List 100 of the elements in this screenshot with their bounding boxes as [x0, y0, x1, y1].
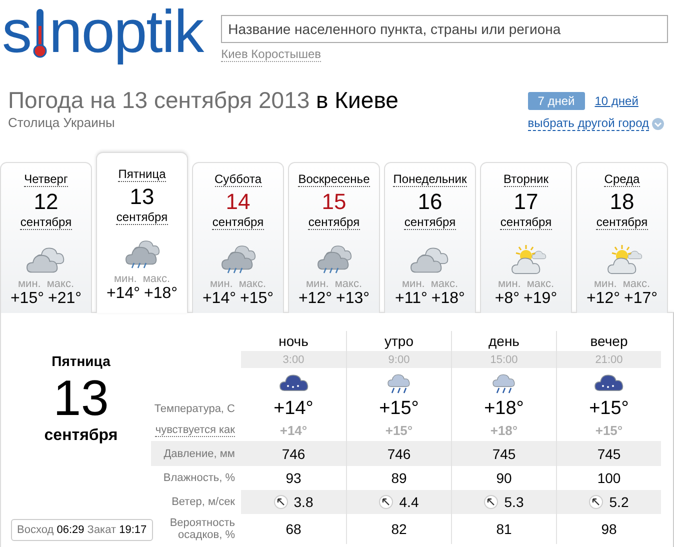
- day-tab[interactable]: Четверг 12 сентября мин. макс. +15° +21°: [0, 162, 92, 313]
- min-label: мин.: [594, 278, 617, 290]
- chevron-down-icon: [652, 118, 664, 130]
- period-label: вечер: [590, 333, 628, 349]
- range-tab[interactable]: 10 дней: [594, 92, 638, 110]
- detail-weekday: Пятница: [52, 353, 110, 369]
- date-number: 17: [514, 189, 538, 215]
- max-label: макс.: [142, 273, 170, 285]
- search-field[interactable]: Название населенного пункта, страны или региона: [221, 15, 668, 43]
- weekday-label: Понедельник: [393, 172, 467, 187]
- min-temperature: +14°: [202, 290, 236, 308]
- precipitation-value: 82: [391, 521, 407, 537]
- min-temperature: +12°: [586, 290, 620, 308]
- time-label: 15:00: [490, 354, 518, 366]
- max-label: макс.: [526, 278, 554, 290]
- min-temperature: +11°: [395, 290, 428, 308]
- max-temperature: +19°: [524, 290, 558, 308]
- precipitation-value: 68: [286, 521, 302, 537]
- feels-like-value: +15°: [385, 423, 413, 438]
- feels-like-value: +18°: [490, 423, 518, 438]
- day-tab[interactable]: Пятница 13 сентября мин. макс. +14° +18°: [96, 152, 188, 313]
- max-temperature: +13°: [336, 290, 370, 308]
- date-number: 13: [130, 184, 154, 210]
- wind-speed-value: 3.8: [294, 494, 314, 510]
- city-suggestion-link[interactable]: Киев Коростышев: [221, 47, 321, 62]
- humidity-value: 90: [496, 470, 512, 486]
- temperature-value: +14°: [274, 398, 314, 420]
- max-temperature: +18°: [144, 285, 178, 303]
- max-label: макс.: [334, 278, 362, 290]
- row-label: Ветер, м/сек: [172, 496, 235, 508]
- choose-city-link[interactable]: выбрать другой город: [528, 116, 664, 131]
- time-label: 3:00: [282, 354, 304, 366]
- sun-times: Восход 06:29 Закат 19:17: [11, 519, 153, 541]
- weekday-label: Среда: [604, 172, 640, 187]
- pressure-value: 746: [387, 446, 411, 462]
- temperature-value: +15°: [589, 398, 629, 420]
- pressure-value: 745: [492, 446, 516, 462]
- date-number: 18: [610, 189, 634, 215]
- day-tab[interactable]: Вторник 17 сентября мин. макс. +8° +19°: [480, 162, 572, 313]
- max-temperature: +18°: [431, 290, 465, 308]
- precipitation-value: 98: [601, 521, 617, 537]
- rain-cloud-icon: [278, 372, 308, 394]
- wind-speed-value: 5.2: [609, 494, 629, 510]
- humidity-value: 100: [597, 470, 621, 486]
- min-temperature: +15°: [10, 290, 44, 308]
- weekday-label: Пятница: [118, 167, 166, 182]
- pressure-value: 746: [282, 446, 306, 462]
- wind-direction-icon: [274, 495, 288, 509]
- min-label: мин.: [402, 278, 425, 290]
- weekday-label: Воскресенье: [298, 172, 370, 187]
- row-label[interactable]: чувствуется как: [155, 424, 235, 437]
- day-tab[interactable]: Воскресенье 15 сентября мин. макс. +12° +13°: [288, 162, 380, 313]
- month-label: сентября: [596, 215, 648, 230]
- pressure-value: 745: [597, 446, 621, 462]
- time-label: 21:00: [595, 354, 623, 366]
- day-tab[interactable]: Среда 18 сентября мин. макс. +12° +17°: [576, 162, 668, 313]
- min-temperature: +12°: [298, 290, 332, 308]
- humidity-value: 93: [286, 470, 302, 486]
- date-number: 16: [418, 189, 442, 215]
- max-temperature: +17°: [624, 290, 658, 308]
- weekday-label: Вторник: [504, 172, 548, 187]
- wind-direction-icon: [379, 495, 394, 509]
- detail-date: 13: [53, 369, 109, 427]
- date-number: 12: [34, 189, 58, 215]
- date-number: 15: [322, 189, 346, 215]
- max-label: макс.: [430, 278, 458, 290]
- min-temperature: +8°: [494, 290, 520, 308]
- max-label: макс.: [622, 278, 650, 290]
- detail-month: сентября: [44, 427, 118, 445]
- month-label: сентября: [404, 215, 456, 230]
- row-label: Влажность, %: [163, 472, 235, 484]
- humidity-value: 89: [391, 470, 407, 486]
- month-label: сентября: [116, 210, 168, 225]
- precipitation-value: 81: [496, 521, 512, 537]
- min-label: мин.: [114, 273, 137, 285]
- subtitle: Столица Украины: [8, 115, 116, 130]
- min-label: мин.: [18, 278, 41, 290]
- row-label: Вероятность осадков, %: [168, 517, 235, 541]
- month-label: сентября: [500, 215, 552, 230]
- period-label: утро: [384, 333, 414, 349]
- day-tab[interactable]: Понедельник 16 сентября мин. макс. +11° +18°: [384, 162, 476, 313]
- weekday-label: Суббота: [214, 172, 262, 187]
- day-tab[interactable]: Суббота 14 сентября мин. макс. +14° +15°: [192, 162, 284, 313]
- period-label: ночь: [278, 333, 308, 349]
- min-label: мин.: [210, 278, 233, 290]
- wind-direction-icon: [484, 495, 498, 509]
- min-label: мин.: [306, 278, 329, 290]
- weekday-label: Четверг: [24, 172, 68, 187]
- rain-cloud-icon: [594, 372, 624, 394]
- temperature-value: +18°: [484, 398, 524, 420]
- max-temperature: +21°: [48, 290, 82, 308]
- wind-speed-value: 4.4: [399, 494, 419, 510]
- time-label: 9:00: [388, 354, 410, 366]
- page-title: Погода на 13 сентября 2013 в Киеве: [8, 86, 398, 114]
- month-label: сентября: [212, 215, 264, 230]
- feels-like-value: +15°: [595, 423, 623, 438]
- wind-direction-icon: [589, 495, 604, 509]
- max-label: макс.: [46, 278, 74, 290]
- feels-like-value: +14°: [280, 423, 308, 438]
- logo[interactable]: s noptik: [2, 2, 204, 62]
